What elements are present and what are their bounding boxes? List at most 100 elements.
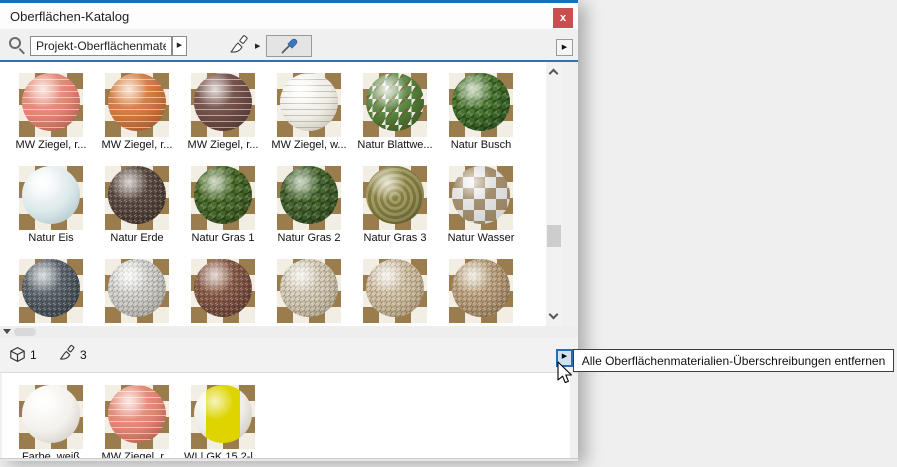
overrides-grid: Farbe, weißMW Ziegel, r...WI | GK 15 2-l… bbox=[2, 373, 570, 458]
material-sphere bbox=[452, 73, 510, 131]
material-sphere bbox=[452, 259, 510, 317]
overrides-flyout-button[interactable]: ▶ bbox=[556, 349, 573, 367]
material-thumbnail bbox=[191, 73, 255, 137]
material-thumbnail bbox=[277, 166, 341, 230]
material-sphere bbox=[194, 73, 252, 131]
search-dropdown-button[interactable]: ▶ bbox=[172, 36, 187, 56]
material-label: MW Ziegel, r... bbox=[8, 140, 94, 151]
brush-icon bbox=[228, 34, 252, 58]
dialog-bottom-edge bbox=[0, 458, 578, 461]
material-label: Natur Wasser bbox=[438, 233, 524, 244]
overrides-material-list: Farbe, weißMW Ziegel, r...WI | GK 15 2-l… bbox=[2, 373, 570, 458]
material-thumbnail bbox=[449, 166, 513, 230]
material-label: MW Ziegel, r... bbox=[180, 140, 266, 151]
material-label: Natur Blattwe... bbox=[352, 140, 438, 151]
material-tile[interactable]: Naturstein Gr... bbox=[8, 256, 94, 326]
overrides-info-bar: 1 3 ▶ bbox=[0, 338, 578, 373]
search-input[interactable] bbox=[30, 36, 172, 56]
splitter-grip[interactable] bbox=[14, 328, 36, 336]
material-tile[interactable]: Naturstein Gr... bbox=[180, 256, 266, 326]
search-icon bbox=[9, 37, 21, 49]
collapse-arrow-icon[interactable] bbox=[3, 329, 11, 334]
material-tile[interactable]: Natur Erde bbox=[94, 163, 180, 244]
material-thumbnail bbox=[277, 259, 341, 323]
material-tile[interactable]: Naturstein Ki... bbox=[352, 256, 438, 326]
material-tile[interactable]: Naturstein Ki... bbox=[438, 256, 524, 326]
eyedropper-icon bbox=[278, 36, 300, 56]
material-tile[interactable]: MW Ziegel, w... bbox=[266, 70, 352, 151]
material-label: MW Ziegel, w... bbox=[266, 140, 352, 151]
material-thumbnail bbox=[19, 166, 83, 230]
eyedropper-button[interactable] bbox=[266, 35, 312, 57]
material-thumbnail bbox=[105, 166, 169, 230]
material-sphere bbox=[22, 166, 80, 224]
material-sphere bbox=[280, 73, 338, 131]
title-bar[interactable]: Oberflächen-Katalog x bbox=[0, 3, 578, 29]
flyout-menu-item[interactable]: Alle Oberflächenmaterialien-Überschreibu… bbox=[573, 349, 894, 372]
cube-icon bbox=[9, 346, 26, 368]
material-sphere bbox=[194, 166, 252, 224]
material-tile[interactable]: Farbe, weiß bbox=[8, 382, 94, 458]
material-tile[interactable]: MW Ziegel, r... bbox=[94, 382, 180, 458]
material-tile[interactable]: Natur Gras 2 bbox=[266, 163, 352, 244]
close-button[interactable]: x bbox=[553, 8, 573, 28]
override-brush-icon bbox=[58, 344, 78, 369]
material-thumbnail bbox=[19, 73, 83, 137]
material-sphere bbox=[452, 166, 510, 224]
dialog-title: Oberflächen-Katalog bbox=[10, 9, 129, 24]
material-label: Natur Gras 2 bbox=[266, 233, 352, 244]
material-tile[interactable]: Natur Busch bbox=[438, 70, 524, 151]
material-sphere bbox=[22, 73, 80, 131]
material-sphere bbox=[194, 259, 252, 317]
material-tile[interactable]: Naturstein Gr... bbox=[94, 256, 180, 326]
material-sphere bbox=[108, 166, 166, 224]
scroll-down-icon[interactable] bbox=[549, 310, 559, 320]
vertical-scrollbar[interactable] bbox=[546, 62, 562, 326]
paint-brush-button[interactable] bbox=[228, 34, 252, 58]
material-sphere bbox=[108, 385, 166, 443]
material-thumbnail bbox=[191, 259, 255, 323]
material-thumbnail bbox=[449, 73, 513, 137]
material-sphere bbox=[366, 166, 424, 224]
material-thumbnail bbox=[19, 259, 83, 323]
material-label: MW Ziegel, r... bbox=[94, 140, 180, 151]
material-tile[interactable]: Natur Blattwe... bbox=[352, 70, 438, 151]
material-tile[interactable]: MW Ziegel, r... bbox=[94, 70, 180, 151]
material-thumbnail bbox=[363, 166, 427, 230]
material-sphere bbox=[22, 385, 80, 443]
material-sphere bbox=[280, 166, 338, 224]
override-count: 3 bbox=[80, 348, 87, 362]
panel-splitter[interactable] bbox=[0, 326, 578, 338]
catalog-material-list: MW Ziegel, r...MW Ziegel, r...MW Ziegel,… bbox=[0, 62, 546, 326]
material-tile[interactable]: Naturstein Ka... bbox=[266, 256, 352, 326]
material-count: 1 bbox=[30, 348, 37, 362]
scrollbar-thumb[interactable] bbox=[547, 225, 561, 247]
material-tile[interactable]: MW Ziegel, r... bbox=[180, 70, 266, 151]
brush-dropdown-arrow[interactable]: ▶ bbox=[255, 42, 260, 50]
toolbar: ▶ ▶ ▶ bbox=[0, 29, 578, 62]
material-sphere bbox=[366, 259, 424, 317]
material-sphere bbox=[366, 73, 424, 131]
material-thumbnail bbox=[105, 259, 169, 323]
material-sphere bbox=[108, 259, 166, 317]
material-tile[interactable]: Natur Gras 1 bbox=[180, 163, 266, 244]
material-label: Natur Gras 1 bbox=[180, 233, 266, 244]
material-tile[interactable]: WI | GK 15 2-l... bbox=[180, 382, 266, 458]
material-tile[interactable]: Natur Eis bbox=[8, 163, 94, 244]
material-label: Natur Erde bbox=[94, 233, 180, 244]
scroll-up-icon[interactable] bbox=[549, 69, 559, 79]
material-sphere bbox=[194, 385, 252, 443]
material-tile[interactable]: Natur Wasser bbox=[438, 163, 524, 244]
material-thumbnail bbox=[277, 73, 341, 137]
desktop-background: Oberflächen-Katalog x ▶ ▶ ▶ bbox=[0, 0, 897, 467]
catalog-grid: MW Ziegel, r...MW Ziegel, r...MW Ziegel,… bbox=[0, 62, 546, 326]
material-thumbnail bbox=[363, 259, 427, 323]
material-thumbnail bbox=[363, 73, 427, 137]
material-thumbnail bbox=[105, 73, 169, 137]
material-thumbnail bbox=[191, 385, 255, 449]
material-label: Natur Gras 3 bbox=[352, 233, 438, 244]
material-tile[interactable]: MW Ziegel, r... bbox=[8, 70, 94, 151]
toolbar-flyout-button[interactable]: ▶ bbox=[556, 39, 573, 56]
material-tile[interactable]: Natur Gras 3 bbox=[352, 163, 438, 244]
material-label: Natur Eis bbox=[8, 233, 94, 244]
